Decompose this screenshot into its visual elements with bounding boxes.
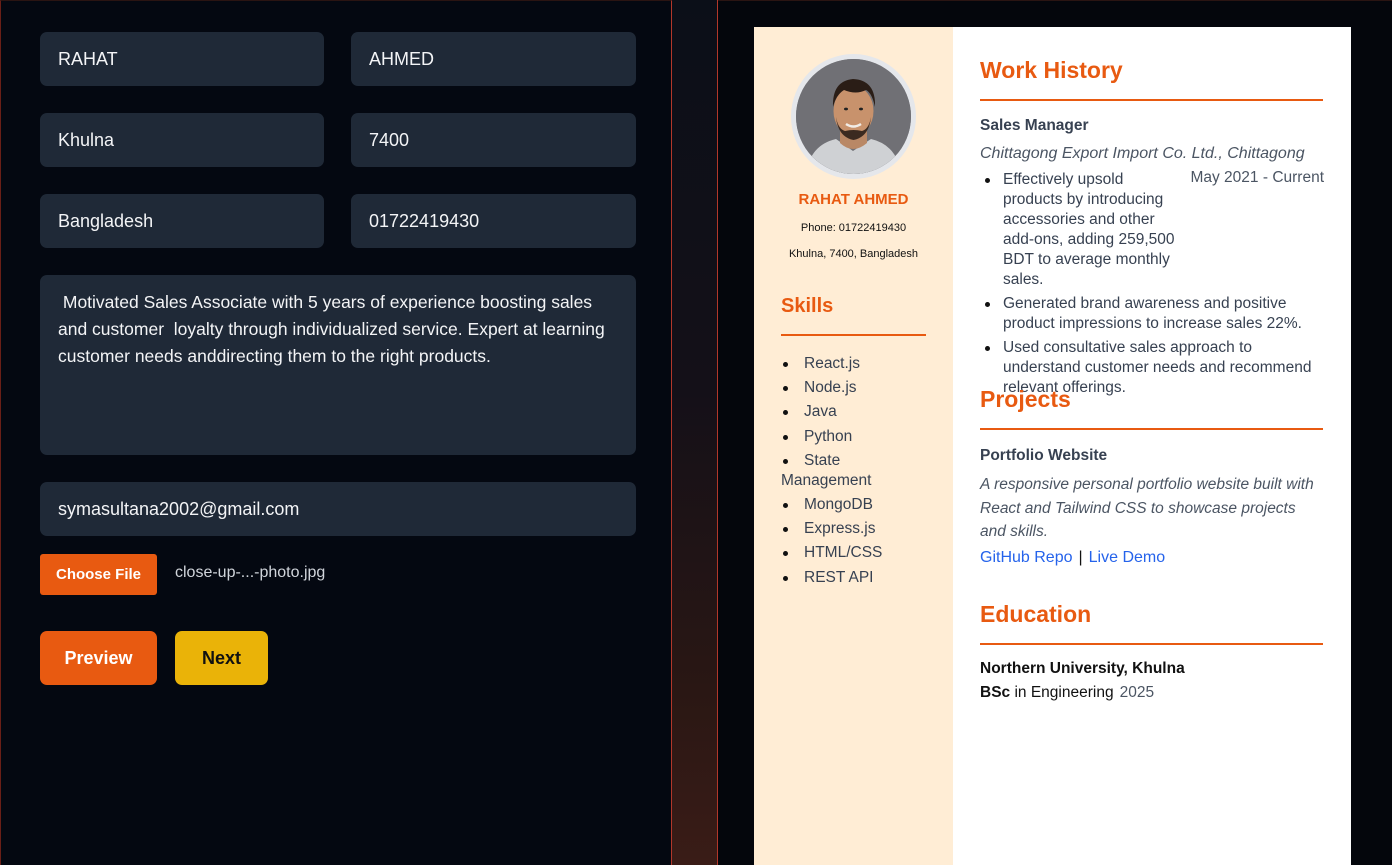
country-input[interactable]: Bangladesh <box>40 194 324 248</box>
selected-file-name: close-up-...-photo.jpg <box>175 564 326 581</box>
phone-value: 01722419430 <box>369 210 480 231</box>
projects-heading: Projects <box>980 386 1071 412</box>
email-input[interactable]: symasultana2002@gmail.com <box>40 482 636 536</box>
phone-input[interactable]: 01722419430 <box>351 194 636 248</box>
job-title: Sales Manager <box>980 117 1089 134</box>
preview-button[interactable]: Preview <box>40 631 157 685</box>
work-history-divider <box>980 99 1323 101</box>
panel-divider <box>672 0 718 865</box>
resume-phone: Phone: 01722419430 <box>800 222 907 234</box>
skill-item: Node.js <box>781 378 931 398</box>
last-name-value: AHMED <box>369 48 435 69</box>
skill-item: Express.js <box>781 519 931 539</box>
country-value: Bangladesh <box>58 210 154 231</box>
job-bullets: Effectively upsold products by introduci… <box>980 170 1325 402</box>
link-separator: | <box>1078 549 1083 566</box>
postal-code-value: 7400 <box>369 129 410 150</box>
degree-field: in Engineering <box>1010 684 1114 701</box>
skill-item: React.js <box>781 354 931 374</box>
skills-divider <box>781 334 926 336</box>
choose-file-button[interactable]: Choose File <box>40 554 157 595</box>
city-value: Khulna <box>58 129 115 150</box>
github-repo-link[interactable]: GitHub Repo <box>980 549 1073 566</box>
profile-photo-image <box>796 59 911 174</box>
skills-list: React.js Node.js Java Python State Manag… <box>781 354 931 592</box>
profile-photo <box>791 54 916 179</box>
resume-name: RAHAT AHMED <box>798 191 909 208</box>
resume-sidebar: RAHAT AHMED Phone: 01722419430 Khulna, 7… <box>754 27 953 865</box>
resume-address: Khulna, 7400, Bangladesh <box>788 248 919 260</box>
skill-item: REST API <box>781 568 931 588</box>
skill-item: MongoDB <box>781 495 931 515</box>
skill-item: HTML/CSS <box>781 543 931 563</box>
job-company: Chittagong Export Import Co. Ltd., Chitt… <box>980 145 1305 162</box>
job-bullet: Generated brand awareness and positive p… <box>980 294 1325 334</box>
work-history-heading: Work History <box>980 57 1123 83</box>
resume-form-panel: RAHAT AHMED Khulna 7400 Bangladesh 01722… <box>0 0 672 865</box>
city-input[interactable]: Khulna <box>40 113 324 167</box>
resume-document: RAHAT AHMED Phone: 01722419430 Khulna, 7… <box>754 27 1351 865</box>
project-title: Portfolio Website <box>980 447 1108 464</box>
skills-heading: Skills <box>781 295 834 317</box>
skill-item: Python <box>781 427 931 447</box>
project-links: GitHub Repo | Live Demo <box>980 549 1165 567</box>
person-photo-icon <box>796 59 911 174</box>
skill-item: State Management <box>781 451 931 491</box>
degree-name: BSc <box>980 684 1011 701</box>
first-name-input[interactable]: RAHAT <box>40 32 324 86</box>
education-school: Northern University, Khulna <box>980 660 1185 677</box>
next-button[interactable]: Next <box>175 631 268 685</box>
app-root: RAHAT AHMED Khulna 7400 Bangladesh 01722… <box>0 0 1392 865</box>
project-description: A responsive personal portfolio website … <box>980 476 1314 540</box>
job-bullet: Effectively upsold products by introduci… <box>980 170 1325 290</box>
live-demo-link[interactable]: Live Demo <box>1089 549 1165 566</box>
projects-divider <box>980 428 1323 430</box>
skill-item: Java <box>781 402 931 422</box>
postal-code-input[interactable]: 7400 <box>351 113 636 167</box>
summary-textarea[interactable]: Motivated Sales Associate with 5 years o… <box>40 275 636 455</box>
last-name-input[interactable]: AHMED <box>351 32 636 86</box>
education-divider <box>980 643 1323 645</box>
education-degree: BSc in Engineering 2025 <box>980 684 1154 702</box>
graduation-year: 2025 <box>1119 684 1155 701</box>
email-value: symasultana2002@gmail.com <box>58 498 300 519</box>
education-heading: Education <box>980 601 1092 627</box>
first-name-value: RAHAT <box>58 48 118 69</box>
